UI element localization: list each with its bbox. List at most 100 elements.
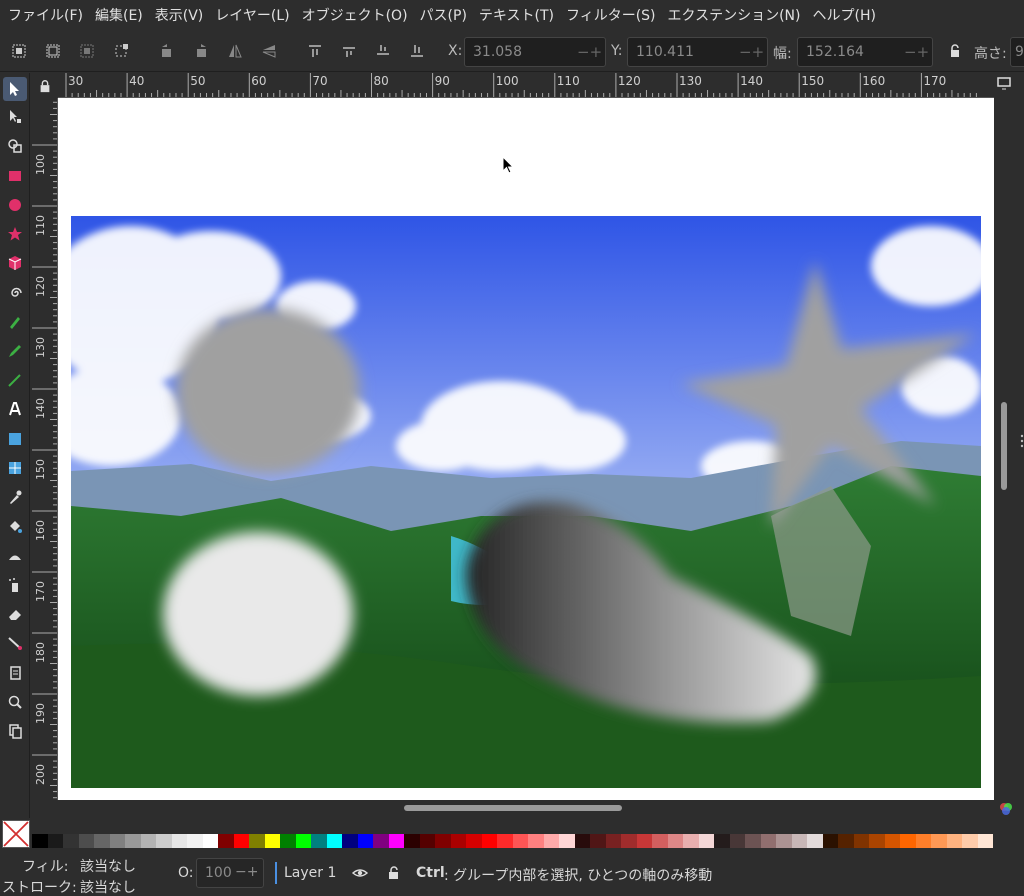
text-tool-icon[interactable] — [3, 397, 27, 421]
raise-icon[interactable] — [340, 42, 358, 60]
menu-object[interactable]: オブジェクト(O) — [296, 0, 414, 32]
landscape-photo[interactable] — [71, 216, 981, 788]
connector-tool-icon[interactable] — [3, 631, 27, 655]
gradient-tool-icon[interactable] — [3, 427, 27, 451]
shape-builder-tool-icon[interactable] — [3, 134, 27, 158]
palette-swatch[interactable] — [497, 834, 513, 848]
palette-swatch[interactable] — [388, 834, 404, 848]
palette-swatch[interactable] — [311, 834, 327, 848]
layer-visibility-eye-icon[interactable] — [351, 865, 369, 881]
palette-swatch[interactable] — [32, 834, 48, 848]
palette-swatch[interactable] — [528, 834, 544, 848]
spray-tool-icon[interactable] — [3, 573, 27, 597]
palette-swatch[interactable] — [171, 834, 187, 848]
pen-tool-icon[interactable] — [3, 310, 27, 334]
palette-swatch[interactable] — [729, 834, 745, 848]
menu-help[interactable]: ヘルプ(H) — [807, 0, 882, 32]
menu-text[interactable]: テキスト(T) — [473, 0, 560, 32]
palette-swatch[interactable] — [698, 834, 714, 848]
eraser-tool-icon[interactable] — [3, 602, 27, 626]
lower-icon[interactable] — [374, 42, 392, 60]
rotate-cw-icon[interactable] — [192, 42, 210, 60]
palette-swatch[interactable] — [249, 834, 265, 848]
palette-swatch[interactable] — [450, 834, 466, 848]
selector-tool-icon[interactable] — [3, 77, 27, 101]
x-field[interactable]: 31.058 −+ — [464, 37, 606, 67]
y-stepper-icon[interactable]: −+ — [739, 43, 764, 61]
menu-filters[interactable]: フィルター(S) — [560, 0, 662, 32]
palette-swatch[interactable] — [78, 834, 94, 848]
palette-swatch[interactable] — [218, 834, 234, 848]
touch-select-icon[interactable] — [112, 42, 130, 60]
palette-swatch[interactable] — [357, 834, 373, 848]
palette-swatch[interactable] — [652, 834, 668, 848]
flip-horizontal-icon[interactable] — [226, 42, 244, 60]
display-mode-icon[interactable] — [996, 75, 1018, 95]
palette-swatch[interactable] — [125, 834, 141, 848]
menu-edit[interactable]: 編集(E) — [89, 0, 149, 32]
layer-lock-icon[interactable] — [386, 865, 402, 881]
palette-swatch[interactable] — [931, 834, 947, 848]
height-field[interactable]: 9 — [1010, 37, 1024, 67]
palette-swatch[interactable] — [109, 834, 125, 848]
pages-tool-icon[interactable] — [3, 661, 27, 685]
width-stepper-icon[interactable]: −+ — [904, 43, 929, 61]
palette-swatch[interactable] — [295, 834, 311, 848]
rectangle-tool-icon[interactable] — [3, 164, 27, 188]
palette-swatch[interactable] — [900, 834, 916, 848]
tweak-tool-icon[interactable] — [3, 543, 27, 567]
palette-swatch[interactable] — [791, 834, 807, 848]
palette-swatch[interactable] — [605, 834, 621, 848]
palette-swatch[interactable] — [202, 834, 218, 848]
vertical-scrollbar[interactable] — [1001, 402, 1007, 490]
lower-to-bottom-icon[interactable] — [408, 42, 426, 60]
palette-swatch[interactable] — [512, 834, 528, 848]
palette-swatch[interactable] — [838, 834, 854, 848]
paint-bucket-tool-icon[interactable] — [3, 514, 27, 538]
palette-swatch[interactable] — [187, 834, 203, 848]
palette-swatch[interactable] — [466, 834, 482, 848]
stroke-value[interactable]: 該当なし — [80, 877, 136, 896]
palette-swatch[interactable] — [745, 834, 761, 848]
palette-swatch[interactable] — [404, 834, 420, 848]
no-paint-swatch[interactable] — [2, 820, 30, 848]
node-tool-icon[interactable] — [3, 105, 27, 129]
menu-layer[interactable]: レイヤー(L) — [209, 0, 295, 32]
palette-swatch[interactable] — [47, 834, 63, 848]
current-layer[interactable]: Layer 1 — [284, 865, 336, 881]
measure-tool-icon[interactable] — [3, 719, 27, 743]
palette-swatch[interactable] — [946, 834, 962, 848]
palette-swatch[interactable] — [590, 834, 606, 848]
palette-swatch[interactable] — [63, 834, 79, 848]
menu-path[interactable]: パス(P) — [414, 0, 473, 32]
ellipse-tool-icon[interactable] — [3, 193, 27, 217]
lock-ratio-icon[interactable] — [946, 42, 964, 60]
3d-box-tool-icon[interactable] — [3, 251, 27, 275]
calligraphy-tool-icon[interactable] — [3, 368, 27, 392]
palette-swatch[interactable] — [915, 834, 931, 848]
palette-swatch[interactable] — [543, 834, 559, 848]
rotate-ccw-icon[interactable] — [158, 42, 176, 60]
select-all-icon[interactable] — [10, 42, 28, 60]
spiral-tool-icon[interactable] — [3, 281, 27, 305]
width-field[interactable]: 152.164 −+ — [797, 37, 933, 67]
select-all-layers-icon[interactable] — [44, 42, 62, 60]
zoom-tool-icon[interactable] — [3, 690, 27, 714]
palette-swatch[interactable] — [156, 834, 172, 848]
color-management-icon[interactable] — [998, 801, 1018, 819]
y-field[interactable]: 110.411 −+ — [627, 37, 768, 67]
palette-swatch[interactable] — [621, 834, 637, 848]
opacity-stepper-icon[interactable]: −+ — [235, 864, 258, 880]
dropper-tool-icon[interactable] — [3, 485, 27, 509]
pencil-tool-icon[interactable] — [3, 339, 27, 363]
palette-swatch[interactable] — [884, 834, 900, 848]
opacity-field[interactable]: 100 −+ — [196, 858, 264, 888]
palette-swatch[interactable] — [280, 834, 296, 848]
fill-value[interactable]: 該当なし — [80, 856, 136, 876]
palette-swatch[interactable] — [636, 834, 652, 848]
palette-swatch[interactable] — [869, 834, 885, 848]
palette-swatch[interactable] — [574, 834, 590, 848]
menu-file[interactable]: ファイル(F) — [2, 0, 89, 32]
palette-swatch[interactable] — [264, 834, 280, 848]
palette-swatch[interactable] — [435, 834, 451, 848]
